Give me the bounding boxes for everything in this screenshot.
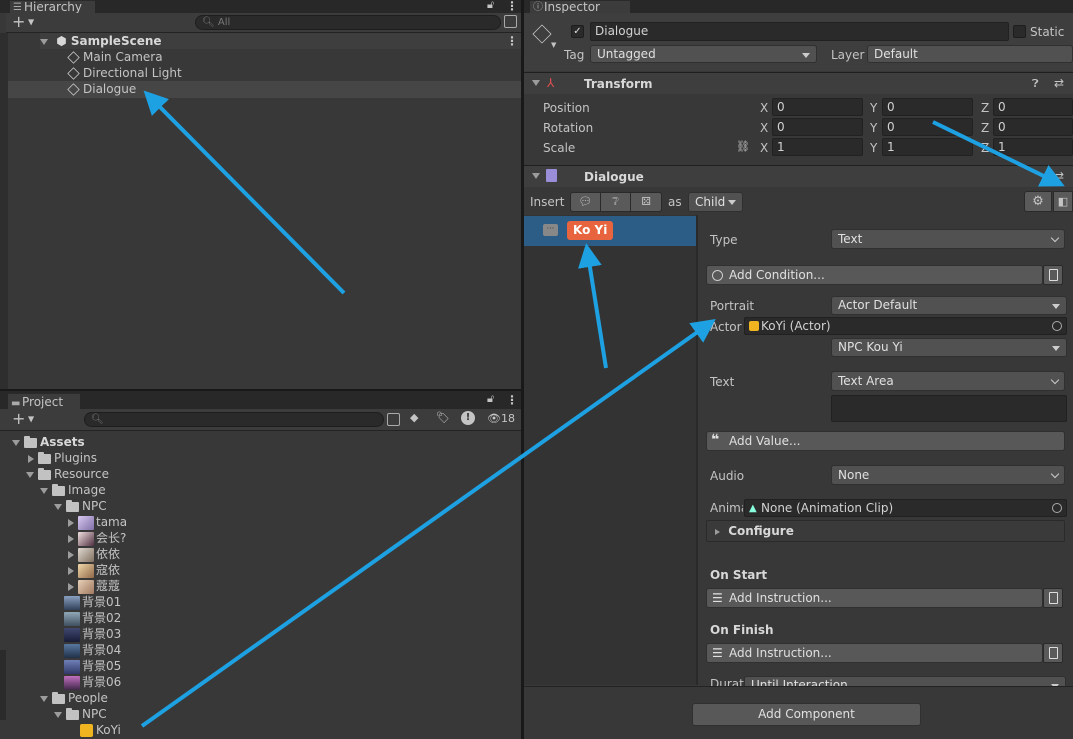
arrow-to-node-badge (578, 243, 608, 369)
arrow-to-dialogue-object (143, 90, 346, 295)
arrow-koyi-to-actor-field (140, 319, 716, 728)
arrow-to-split-view-button (932, 120, 1065, 187)
annotation-arrows (140, 90, 1065, 728)
